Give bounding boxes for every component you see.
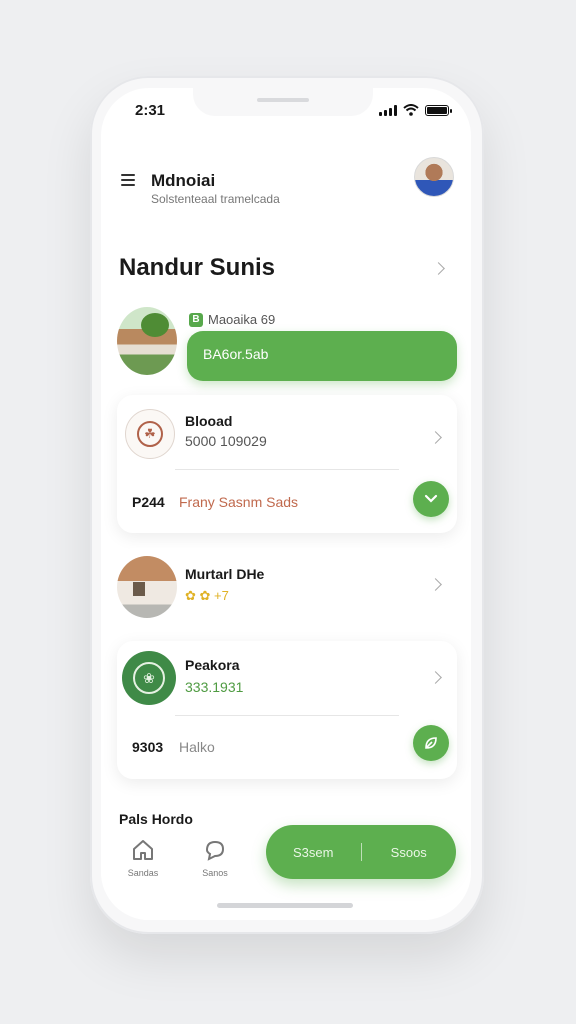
item2-name: Murtarl DHe <box>185 566 265 582</box>
item2-rating: ✿ ✿ +7 <box>185 588 229 603</box>
card1-name: Blooad <box>185 413 233 429</box>
card3-sub: 333.1931 <box>185 679 244 695</box>
cta-left-label: S3sem <box>293 844 334 860</box>
brand-logo-icon: ☘ <box>125 409 175 459</box>
chevron-right-icon <box>429 431 442 444</box>
app-title: Mdnoiai <box>151 171 216 190</box>
featured-tag: B Maoaika 69 <box>189 312 275 327</box>
tab-home[interactable]: Sandas <box>118 838 168 878</box>
menu-icon[interactable] <box>121 174 135 189</box>
chevron-right-icon <box>429 671 442 684</box>
notch <box>193 88 373 116</box>
wifi-icon <box>403 104 419 116</box>
home-indicator[interactable] <box>217 903 353 908</box>
card3-name: Peakora <box>185 657 240 673</box>
leaf-logo-icon: ❀ <box>122 651 176 705</box>
chevron-right-icon[interactable] <box>432 262 445 275</box>
featured-action-button[interactable]: BA6or.5ab <box>187 331 457 381</box>
primary-action-button[interactable]: S3sem Ssoos <box>266 825 456 879</box>
check-button[interactable] <box>413 481 449 517</box>
card1-desc: Frany Sasnm Sads <box>179 494 299 510</box>
card1-code: P244 <box>132 494 165 510</box>
card3-code: 9303 <box>132 739 164 755</box>
home-icon <box>133 840 153 860</box>
check-icon <box>424 494 438 503</box>
tab-home-label: Sandas <box>127 868 159 878</box>
featured-tag-label: Maoaika 69 <box>208 312 276 327</box>
tab-chat[interactable]: Sanos <box>190 838 240 878</box>
list-item-2[interactable]: Murtarl DHe ✿ ✿ +7 <box>117 548 457 628</box>
leaf-button[interactable] <box>413 725 449 761</box>
tag-icon: B <box>189 312 203 327</box>
status-time: 2:31 <box>135 102 166 119</box>
featured-photo[interactable] <box>117 307 177 375</box>
chevron-right-icon <box>429 578 442 591</box>
divider <box>175 715 399 716</box>
signal-icon <box>379 104 397 116</box>
tab-chat-label: Sanos <box>202 868 228 878</box>
list-card-3[interactable]: ❀ Peakora 333.1931 9303 Halko <box>117 641 457 779</box>
speaker <box>257 98 309 102</box>
card3-desc: Halko <box>179 739 215 755</box>
status-icons <box>379 104 452 116</box>
app-screen: 2:31 Mdnoiai Solstenteaal tramelcada Nan… <box>101 88 471 920</box>
battery-icon <box>425 104 452 116</box>
app-subtitle: Solstenteaal tramelcada <box>151 192 280 206</box>
section-title: Nandur Sunis <box>119 254 276 281</box>
house-photo <box>117 556 177 618</box>
divider <box>175 469 399 470</box>
leaf-icon <box>425 737 437 749</box>
cta-right-label: Ssoos <box>390 844 427 860</box>
card1-sub: 5000 109029 <box>185 433 267 449</box>
avatar[interactable] <box>414 157 454 197</box>
chat-icon <box>205 840 225 861</box>
list-card-1[interactable]: ☘ Blooad 5000 109029 P244 Frany Sasnm Sa… <box>117 395 457 533</box>
